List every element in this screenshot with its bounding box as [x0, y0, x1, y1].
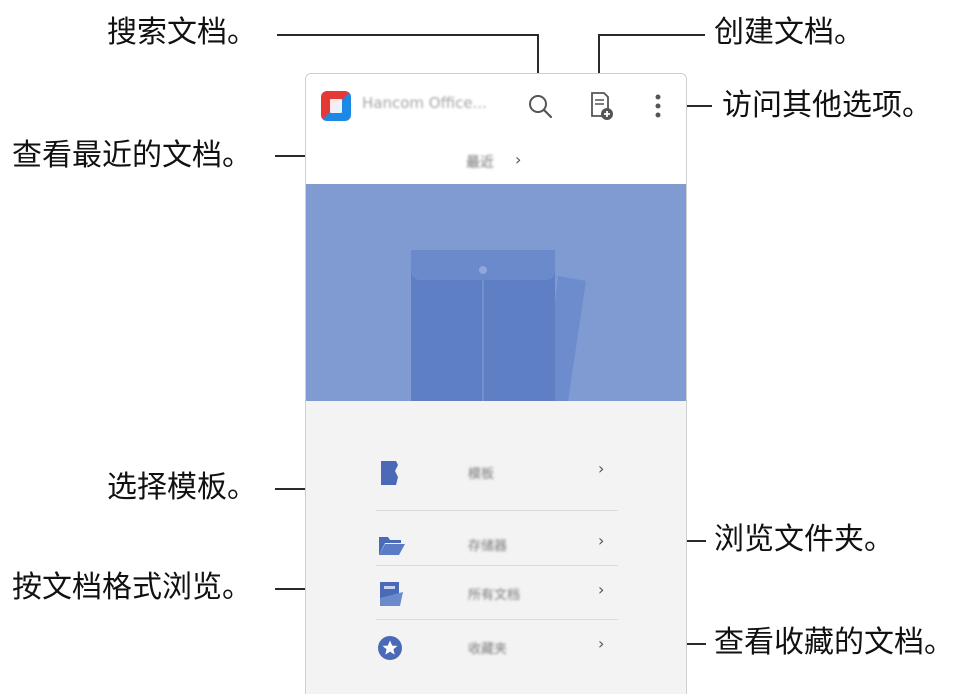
menu-item-all-documents[interactable]: 所有文档 ›	[376, 568, 618, 620]
more-vertical-icon	[655, 94, 661, 118]
app-bar: Hancom Office...	[306, 74, 686, 138]
divider	[376, 510, 618, 511]
create-document-button[interactable]	[582, 88, 618, 124]
app-title: Hancom Office...	[362, 94, 487, 112]
menu-item-favorites[interactable]: 收藏夹 ›	[376, 622, 618, 674]
callout-browse-format: 按文档格式浏览。	[12, 570, 252, 605]
search-icon	[529, 95, 553, 119]
template-icon	[381, 461, 398, 485]
folder-icon	[379, 537, 405, 555]
folder-banner	[306, 184, 686, 401]
chevron-right-icon: ›	[598, 634, 605, 653]
new-document-icon	[591, 92, 613, 120]
more-options-button[interactable]	[640, 88, 676, 124]
menu-item-storage[interactable]: 存储器 ›	[376, 519, 618, 571]
leader-create-h	[598, 34, 705, 36]
menu-item-label: 存储器	[468, 539, 508, 554]
hancom-logo-icon	[321, 91, 351, 121]
recent-documents-link[interactable]: 最近 ›	[306, 138, 686, 184]
chevron-right-icon: ›	[515, 150, 522, 169]
callout-more: 访问其他选项。	[722, 88, 932, 123]
divider	[376, 565, 618, 566]
chevron-right-icon: ›	[598, 580, 605, 599]
recent-label: 最近	[466, 155, 494, 171]
search-button[interactable]	[522, 88, 558, 124]
document-folder-illustration	[411, 250, 586, 401]
callout-search: 搜索文档。	[107, 15, 257, 50]
menu-item-label: 收藏夹	[468, 642, 508, 657]
phone-screen: Hancom Office... 最近 › 模板 › 存储器 › 所有文档 › …	[305, 73, 687, 694]
callout-create: 创建文档。	[714, 15, 864, 50]
documents-icon	[380, 582, 403, 606]
callout-templates: 选择模板。	[107, 470, 257, 505]
menu-item-label: 所有文档	[468, 588, 521, 603]
chevron-right-icon: ›	[598, 459, 605, 478]
menu-area: 模板 › 存储器 › 所有文档 › 收藏夹 ›	[306, 401, 686, 694]
menu-item-templates[interactable]: 模板 ›	[376, 447, 618, 499]
divider	[376, 619, 618, 620]
callout-favorites: 查看收藏的文档。	[714, 625, 954, 660]
callout-recent: 查看最近的文档。	[12, 138, 252, 173]
callout-browse-folders: 浏览文件夹。	[714, 522, 894, 557]
menu-item-label: 模板	[468, 467, 495, 482]
chevron-right-icon: ›	[598, 531, 605, 550]
star-icon	[378, 636, 402, 660]
leader-search-h	[277, 34, 538, 36]
